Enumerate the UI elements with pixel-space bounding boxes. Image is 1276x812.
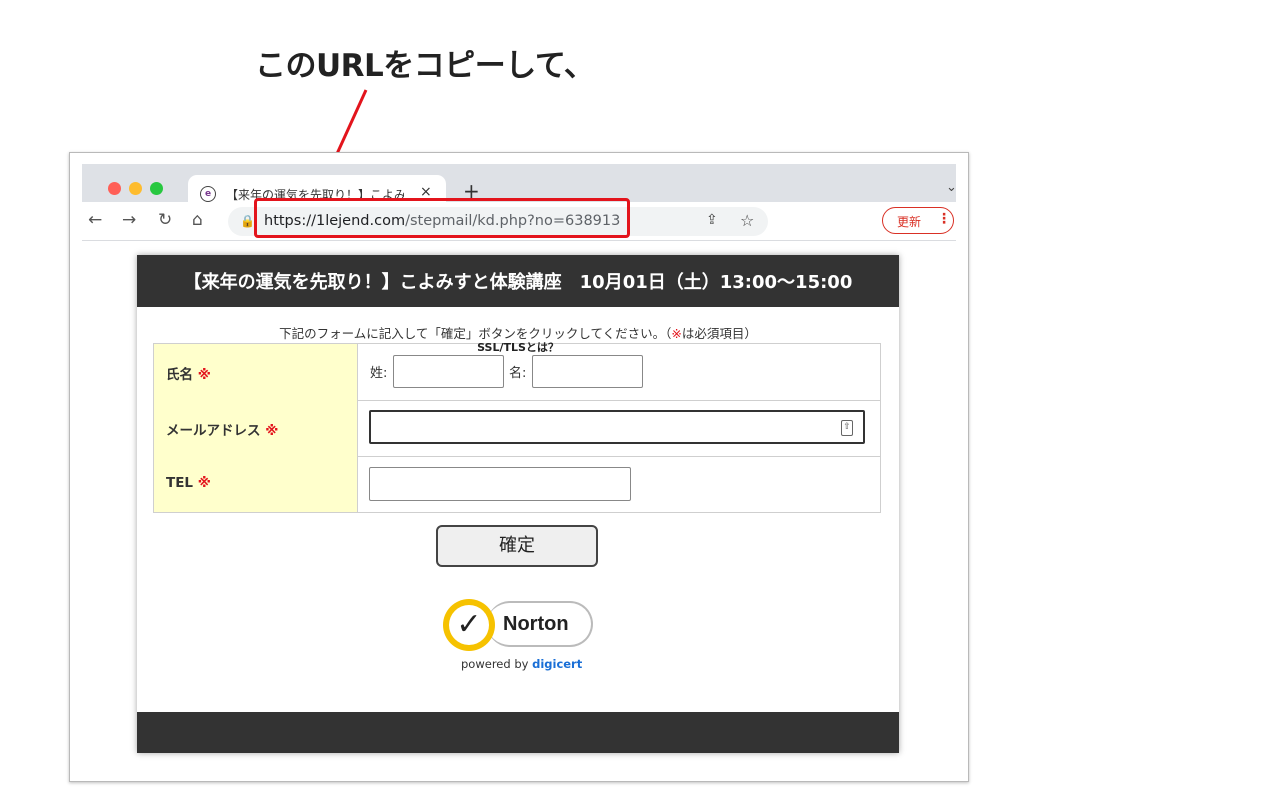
update-button[interactable]: 更新 ⋮ — [882, 207, 954, 234]
ssl-tls-link[interactable]: SSL/TLSとは？ — [137, 339, 899, 355]
site-favicon-icon: e — [200, 186, 216, 202]
page-header: 【来年の運気を先取り！】こよみすと体験講座 10月01日（土）13:00〜15:… — [137, 255, 899, 307]
norton-name: Norton — [503, 613, 569, 635]
close-window-button[interactable] — [108, 182, 121, 195]
tab-search-chevron-icon[interactable]: ⌄ — [946, 180, 957, 195]
first-name-label: 名: — [509, 366, 527, 381]
email-label: メールアドレス ※ — [166, 423, 279, 439]
first-name-input[interactable] — [532, 355, 643, 388]
tel-input[interactable] — [369, 467, 631, 501]
web-page: 【来年の運気を先取り！】こよみすと体験講座 10月01日（土）13:00〜15:… — [137, 255, 899, 753]
registration-form: 氏名 ※ 姓: 名: メールアドレス ※ ⇧ TEL ※ — [153, 343, 881, 513]
home-icon[interactable]: ⌂ — [192, 210, 203, 230]
url-highlight-box — [254, 198, 630, 238]
zoom-window-button[interactable] — [150, 182, 163, 195]
page-title: 【来年の運気を先取り！】こよみすと体験講座 10月01日（土）13:00〜15:… — [183, 272, 853, 293]
norton-seal[interactable]: ✓ Norton powered by digicert — [443, 593, 603, 703]
back-icon[interactable]: ← — [88, 210, 102, 230]
digicert-brand: digicert — [532, 657, 583, 671]
email-label-cell: メールアドレス ※ — [154, 400, 358, 456]
page-footer — [137, 712, 899, 753]
annotation-caption: このURLをコピーして、 — [255, 48, 595, 84]
tel-row: TEL ※ — [154, 456, 880, 512]
share-icon[interactable]: ⇪ — [706, 212, 718, 228]
reload-icon[interactable]: ↻ — [158, 210, 172, 230]
norton-check-icon: ✓ — [443, 599, 495, 651]
last-name-input[interactable] — [393, 355, 504, 388]
update-button-label: 更新 — [897, 215, 922, 229]
lock-icon[interactable]: 🔒 — [240, 214, 255, 228]
bookmark-star-icon[interactable]: ☆ — [740, 211, 754, 230]
confirm-button[interactable]: 確定 — [436, 525, 598, 567]
last-name-label: 姓: — [370, 366, 388, 381]
email-input[interactable]: ⇧ — [369, 410, 865, 444]
forward-icon[interactable]: → — [122, 210, 136, 230]
kebab-menu-icon: ⋮ — [937, 211, 951, 227]
tel-label: TEL ※ — [166, 475, 211, 491]
norton-powered-by: powered by digicert — [461, 657, 583, 671]
minimize-window-button[interactable] — [129, 182, 142, 195]
tab-strip: e 【来年の運気を先取り！】こよみすと体験講座 × + ⌄ — [82, 164, 957, 213]
tel-label-cell: TEL ※ — [154, 456, 358, 512]
name-label: 氏名 ※ — [166, 367, 211, 383]
email-row: メールアドレス ※ ⇧ — [154, 400, 880, 457]
autofill-key-icon[interactable]: ⇧ — [841, 420, 853, 436]
browser-window: e 【来年の運気を先取り！】こよみすと体験講座 × + ⌄ ← → ↻ ⌂ 🔒 … — [69, 152, 969, 782]
